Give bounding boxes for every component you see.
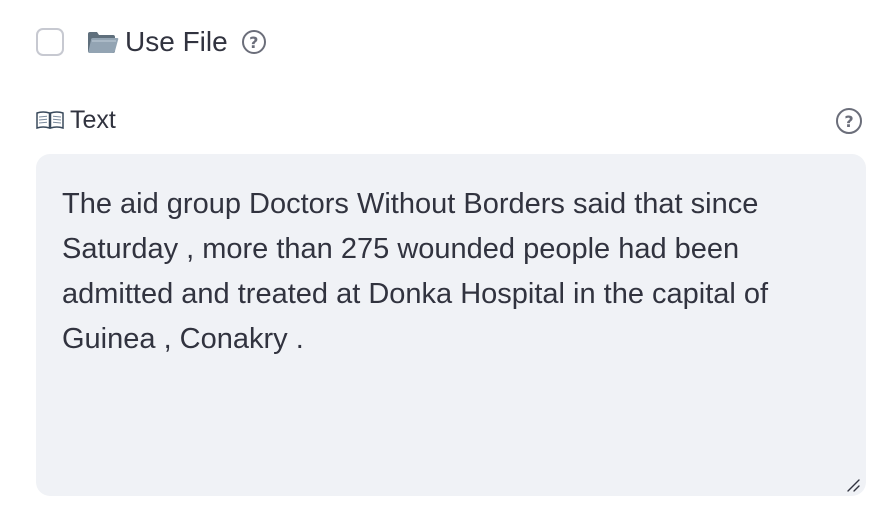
book-icon [36,111,64,130]
text-input-label-row: Text [36,102,116,138]
checkbox-box[interactable] [36,28,64,56]
use-file-checkbox[interactable]: Use File ? [36,24,266,60]
folder-icon [88,32,119,53]
resize-handle-icon[interactable] [846,478,860,492]
app-root: Use File ? Text ? The aid group Doctors … [0,0,892,526]
text-input-label: Text [70,105,116,134]
text-area-container: The aid group Doctors Without Borders sa… [36,154,866,496]
use-file-label: Use File [125,26,228,57]
question-circle-icon[interactable]: ? [836,108,862,134]
use-file-label-group[interactable]: Use File ? [86,26,266,58]
text-area[interactable]: The aid group Doctors Without Borders sa… [62,182,840,468]
question-circle-icon[interactable]: ? [241,30,266,54]
